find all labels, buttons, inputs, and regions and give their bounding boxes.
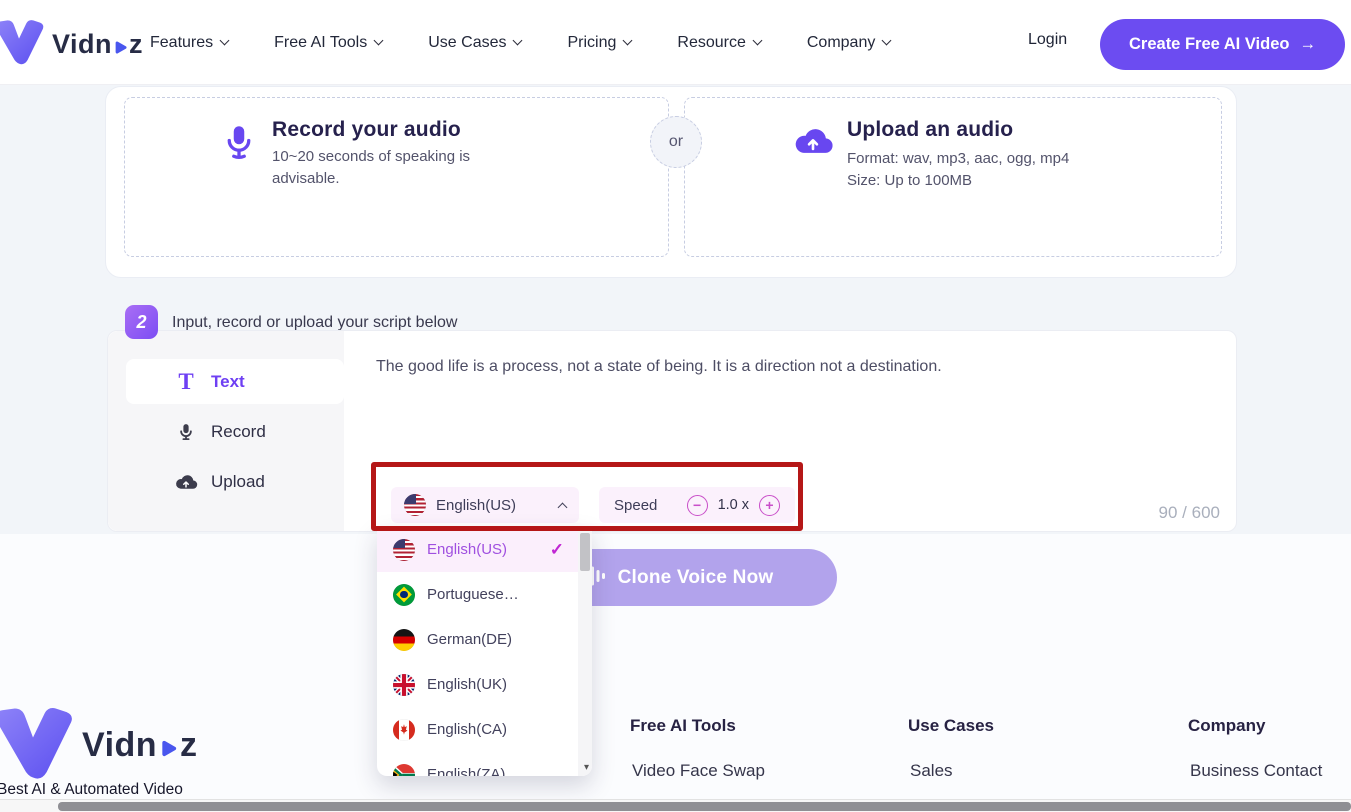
chevron-down-icon xyxy=(752,35,762,45)
dropdown-option-portuguese[interactable]: Portuguese… xyxy=(377,572,578,617)
nav-item-features[interactable]: Features xyxy=(150,34,228,52)
chevron-down-icon xyxy=(882,35,892,45)
dropdown-option-english-uk[interactable]: English(UK) xyxy=(377,662,578,707)
horizontal-scrollbar-thumb[interactable] xyxy=(58,802,1351,811)
upload-card-size: Size: Up to 100MB xyxy=(847,170,972,192)
login-link[interactable]: Login xyxy=(1028,31,1067,49)
create-free-ai-video-button[interactable]: Create Free AI Video → xyxy=(1100,19,1345,70)
chevron-up-icon xyxy=(558,503,568,513)
dropdown-option-german-de[interactable]: German(DE) xyxy=(377,617,578,662)
speed-minus-button[interactable]: − xyxy=(687,495,708,516)
us-flag-icon xyxy=(404,494,426,516)
canada-flag-icon xyxy=(393,719,415,741)
dropdown-option-english-ca[interactable]: English(CA) xyxy=(377,707,578,752)
cloud-upload-icon xyxy=(166,473,206,491)
character-counter: 90 / 600 xyxy=(1159,503,1220,523)
logo-play-icon xyxy=(159,728,178,767)
tab-upload[interactable]: Upload xyxy=(126,459,344,504)
check-icon: ✓ xyxy=(550,540,564,560)
record-audio-dropzone[interactable]: Record your audio 10~20 seconds of speak… xyxy=(124,97,669,257)
language-select[interactable]: English(US) xyxy=(391,487,579,523)
script-textarea[interactable]: The good life is a process, not a state … xyxy=(376,358,1206,376)
microphone-icon xyxy=(166,421,206,443)
brazil-flag-icon xyxy=(393,584,415,606)
tab-record[interactable]: Record xyxy=(126,409,344,454)
speed-value: 1.0 x xyxy=(718,497,749,513)
speed-plus-button[interactable]: + xyxy=(759,495,780,516)
chevron-down-icon xyxy=(374,35,384,45)
upload-card-title: Upload an audio xyxy=(847,118,1013,142)
script-panel-sidebar: T Text Record xyxy=(108,331,344,531)
upload-audio-dropzone[interactable]: Upload an audio Format: wav, mp3, aac, o… xyxy=(684,97,1222,257)
vidnoz-logo-icon xyxy=(0,703,76,788)
text-icon: T xyxy=(166,370,206,393)
footer-tagline: Best AI & Automated Video xyxy=(0,781,183,799)
vidnoz-logo-icon xyxy=(0,17,46,72)
audio-input-card: Record your audio 10~20 seconds of speak… xyxy=(105,86,1237,278)
nav-item-pricing[interactable]: Pricing xyxy=(567,34,631,52)
tab-text[interactable]: T Text xyxy=(126,359,344,404)
footer-heading-use-cases: Use Cases xyxy=(908,716,994,736)
dropdown-option-english-us[interactable]: English(US) ✓ xyxy=(377,527,578,572)
south-africa-flag-icon xyxy=(393,764,415,777)
script-panel: T Text Record xyxy=(107,330,1237,532)
step-2-badge: 2 xyxy=(125,305,158,339)
chevron-down-icon xyxy=(513,35,523,45)
uk-flag-icon xyxy=(393,674,415,696)
or-divider: or xyxy=(650,116,702,168)
top-navbar: Vidn z Features Free AI Tools Use Cases … xyxy=(0,0,1351,85)
speed-control: Speed − 1.0 x + xyxy=(599,487,795,523)
speed-label: Speed xyxy=(614,497,657,514)
nav-item-company[interactable]: Company xyxy=(807,34,890,52)
chevron-down-icon xyxy=(623,35,633,45)
nav-item-resource[interactable]: Resource xyxy=(677,34,760,52)
vidnoz-logo-text: Vidn z xyxy=(52,28,143,62)
germany-flag-icon xyxy=(393,629,415,651)
language-dropdown: English(US) ✓ Portuguese… German(DE) Eng… xyxy=(377,527,592,776)
footer-heading-free-ai-tools: Free AI Tools xyxy=(630,716,736,736)
nav-item-free-ai-tools[interactable]: Free AI Tools xyxy=(274,34,382,52)
footer-link-video-face-swap[interactable]: Video Face Swap xyxy=(632,761,765,781)
logo-play-icon xyxy=(113,31,128,62)
vidnoz-logo-text: Vidn z xyxy=(82,724,198,767)
dropdown-scrollbar-thumb[interactable] xyxy=(580,533,590,571)
horizontal-scrollbar[interactable] xyxy=(0,799,1351,812)
arrow-right-icon: → xyxy=(1299,35,1316,54)
page: Vidn z Features Free AI Tools Use Cases … xyxy=(0,0,1351,812)
microphone-icon xyxy=(221,120,257,169)
us-flag-icon xyxy=(393,539,415,561)
footer-link-sales[interactable]: Sales xyxy=(910,761,953,781)
vidnoz-logo[interactable]: Vidn z xyxy=(0,17,143,72)
record-card-title: Record your audio xyxy=(272,118,461,142)
dropdown-option-english-za[interactable]: English(ZA) xyxy=(377,752,578,776)
upload-card-format: Format: wav, mp3, aac, ogg, mp4 xyxy=(847,148,1069,170)
footer-vidnoz-logo[interactable]: Vidn z xyxy=(0,703,198,788)
dropdown-scrollbar[interactable]: ▾ xyxy=(578,527,592,776)
record-card-description: 10~20 seconds of speaking is advisable. xyxy=(272,146,490,190)
footer-heading-company: Company xyxy=(1188,716,1265,736)
cloud-upload-icon xyxy=(792,125,834,162)
nav-item-use-cases[interactable]: Use Cases xyxy=(428,34,521,52)
main-nav: Features Free AI Tools Use Cases Pricing… xyxy=(150,0,890,85)
scroll-down-icon[interactable]: ▾ xyxy=(584,762,589,773)
chevron-down-icon xyxy=(220,35,230,45)
footer-link-business-contact[interactable]: Business Contact xyxy=(1190,761,1322,781)
